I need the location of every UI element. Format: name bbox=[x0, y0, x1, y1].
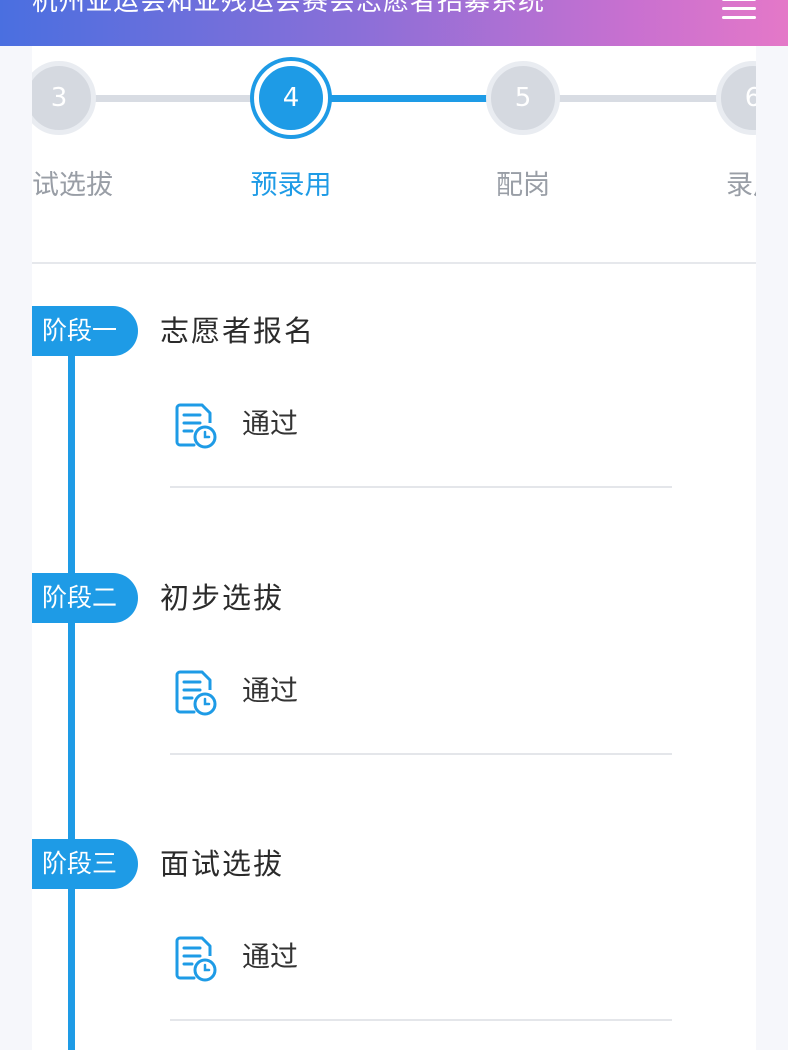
stage-title: 初步选拔 bbox=[160, 581, 285, 615]
step-circle-6[interactable]: 6 bbox=[716, 61, 756, 135]
stage-3: 阶段三 面试选拔 通过 bbox=[32, 839, 756, 1050]
step-circle-5[interactable]: 5 bbox=[486, 61, 560, 135]
document-clock-icon bbox=[175, 403, 217, 449]
hamburger-menu-icon[interactable] bbox=[722, 0, 756, 20]
document-clock-icon bbox=[175, 936, 217, 982]
step-circle-3[interactable]: 3 bbox=[32, 61, 96, 135]
stage-title: 志愿者报名 bbox=[160, 314, 316, 348]
stage-divider bbox=[170, 753, 672, 755]
document-clock-icon bbox=[175, 670, 217, 716]
stage-status: 通过 bbox=[242, 674, 299, 707]
step-label-5: 配岗 bbox=[496, 170, 550, 201]
stage-status: 通过 bbox=[242, 940, 299, 973]
stage-badge: 阶段二 bbox=[32, 573, 138, 623]
stage-1: 阶段一 志愿者报名 通过 bbox=[32, 306, 756, 546]
stepper-divider bbox=[32, 262, 756, 264]
stage-badge: 阶段一 bbox=[32, 306, 138, 356]
step-label-6: 录用 bbox=[726, 170, 756, 201]
progress-card: 3 4 5 6 面试选拔 预录用 配岗 录用 阶段一 志愿者报名 通过 阶段二 … bbox=[32, 46, 756, 1050]
stage-status: 通过 bbox=[242, 407, 299, 440]
step-label-4: 预录用 bbox=[250, 170, 332, 201]
app-header: 杭州亚运会和亚残运会赛会志愿者招募系统 bbox=[0, 0, 788, 46]
stage-divider bbox=[170, 1019, 672, 1021]
progress-stepper: 3 4 5 6 面试选拔 预录用 配岗 录用 bbox=[32, 46, 756, 264]
step-circle-4[interactable]: 4 bbox=[254, 61, 328, 135]
stage-badge: 阶段三 bbox=[32, 839, 138, 889]
stage-2: 阶段二 初步选拔 通过 bbox=[32, 573, 756, 813]
stage-divider bbox=[170, 486, 672, 488]
step-label-3: 面试选拔 bbox=[32, 170, 113, 201]
app-title: 杭州亚运会和亚残运会赛会志愿者招募系统 bbox=[32, 0, 546, 17]
stage-title: 面试选拔 bbox=[160, 847, 285, 881]
